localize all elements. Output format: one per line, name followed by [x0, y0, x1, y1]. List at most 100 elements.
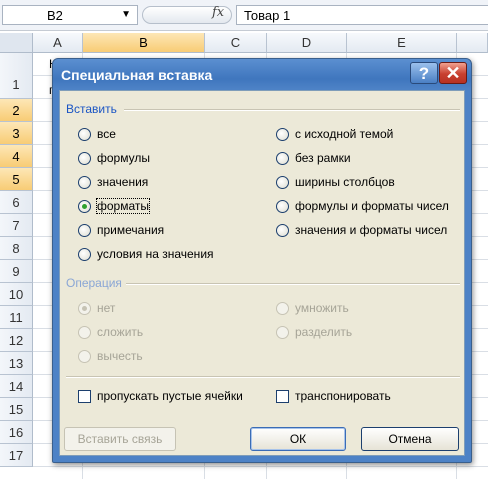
radio-label: разделить [295, 325, 353, 339]
checkbox-box [78, 389, 91, 403]
radio-circle [276, 151, 289, 165]
radio-op-divide[interactable]: разделить [276, 325, 352, 339]
radio-circle [78, 325, 91, 339]
radio-comments[interactable]: примечания [78, 223, 164, 237]
radio-op-subtract[interactable]: вычесть [78, 349, 143, 363]
radio-label: ширины столбцов [295, 175, 395, 189]
select-all-corner[interactable] [0, 33, 33, 53]
radio-circle [78, 247, 91, 261]
radio-column-widths[interactable]: ширины столбцов [276, 175, 395, 189]
checkbox-label: транспонировать [295, 389, 391, 403]
formula-controls: fx [142, 5, 234, 25]
ok-button[interactable]: ОК [250, 427, 346, 451]
radio-label: формулы [97, 151, 150, 165]
radio-circle [276, 175, 289, 189]
radio-values[interactable]: значения [78, 175, 148, 189]
radio-source-theme[interactable]: с исходной темой [276, 127, 393, 141]
radio-circle [276, 223, 289, 237]
radio-label: форматы [95, 198, 151, 214]
checkbox-box [276, 389, 289, 403]
paste-special-dialog: Специальная вставка ? ✕ Вставить все фор… [52, 58, 472, 463]
row-header-8[interactable]: 8 [0, 237, 33, 260]
row-header-15[interactable]: 15 [0, 398, 33, 421]
radio-validation[interactable]: условия на значения [78, 247, 214, 261]
transpose-checkbox[interactable]: транспонировать [276, 389, 391, 403]
radio-op-multiply[interactable]: умножить [276, 301, 349, 315]
column-header-c[interactable]: C [205, 33, 267, 53]
row-header-9[interactable]: 9 [0, 260, 33, 283]
row-header-13[interactable]: 13 [0, 352, 33, 375]
radio-op-add[interactable]: сложить [78, 325, 143, 339]
radio-circle [78, 127, 91, 141]
divider [126, 283, 460, 285]
radio-formulas-number-formats[interactable]: формулы и форматы чисел [276, 199, 449, 213]
radio-circle [78, 151, 91, 165]
checkbox-label: пропускать пустые ячейки [97, 389, 243, 403]
radio-formats[interactable]: форматы [78, 198, 151, 214]
radio-label: формулы и форматы чисел [295, 199, 449, 213]
row-header-1[interactable]: 1 [0, 53, 33, 99]
row-header-3[interactable]: 3 [0, 122, 33, 145]
radio-no-borders[interactable]: без рамки [276, 151, 351, 165]
radio-circle [276, 301, 289, 315]
radio-circle [276, 325, 289, 339]
name-box[interactable]: B2 ▼ [2, 5, 138, 25]
column-header-a[interactable]: A [33, 33, 83, 53]
radio-circle [78, 349, 91, 363]
radio-label: примечания [97, 223, 165, 237]
operation-group-label: Операция [66, 276, 122, 290]
paste-group-label: Вставить [66, 102, 117, 116]
row-header-4[interactable]: 4 [0, 145, 33, 168]
row-header-16[interactable]: 16 [0, 421, 33, 444]
radio-all[interactable]: все [78, 127, 116, 141]
skip-blanks-checkbox[interactable]: пропускать пустые ячейки [78, 389, 243, 403]
dialog-title: Специальная вставка [61, 67, 213, 83]
chevron-down-icon[interactable]: ▼ [121, 9, 131, 20]
row-header-6[interactable]: 6 [0, 191, 33, 214]
radio-circle [78, 175, 91, 189]
radio-values-number-formats[interactable]: значения и форматы чисел [276, 223, 447, 237]
row-header-7[interactable]: 7 [0, 214, 33, 237]
row-header-12[interactable]: 12 [0, 329, 33, 352]
radio-circle [78, 301, 91, 315]
radio-label: нет [97, 301, 116, 315]
radio-label: с исходной темой [295, 127, 394, 141]
dialog-body: Вставить все формулы значения форматы пр… [59, 90, 465, 456]
column-header-e[interactable]: E [347, 33, 457, 53]
radio-label: сложить [97, 325, 144, 339]
formula-value: Товар 1 [244, 8, 291, 23]
row-header-11[interactable]: 11 [0, 306, 33, 329]
radio-label: все [97, 127, 116, 141]
column-header-b[interactable]: B [83, 33, 205, 53]
cancel-button[interactable]: Отмена [361, 427, 459, 451]
radio-label: вычесть [97, 349, 143, 363]
row-header-5[interactable]: 5 [0, 168, 33, 191]
paste-link-button[interactable]: Вставить связь [64, 427, 176, 451]
radio-circle [78, 199, 91, 213]
divider [66, 376, 460, 378]
insert-function-icon[interactable]: fx [212, 5, 224, 20]
radio-op-none[interactable]: нет [78, 301, 115, 315]
radio-circle [78, 223, 91, 237]
formula-bar: B2 ▼ fx Товар 1 [0, 0, 488, 31]
close-button[interactable]: ✕ [439, 62, 467, 84]
formula-input[interactable]: Товар 1 [236, 5, 488, 25]
column-header-f[interactable] [457, 33, 488, 53]
radio-circle [276, 127, 289, 141]
help-button[interactable]: ? [410, 62, 438, 84]
radio-label: значения [97, 175, 149, 189]
radio-label: значения и форматы чисел [295, 223, 448, 237]
row-header-17[interactable]: 17 [0, 444, 33, 467]
column-headers: A B C D E [0, 33, 488, 53]
row-header-10[interactable]: 10 [0, 283, 33, 306]
divider [124, 109, 460, 111]
radio-label: без рамки [295, 151, 351, 165]
row-header-2[interactable]: 2 [0, 99, 33, 122]
row-header-14[interactable]: 14 [0, 375, 33, 398]
name-box-value: B2 [47, 8, 63, 23]
column-header-d[interactable]: D [267, 33, 347, 53]
radio-formulas[interactable]: формулы [78, 151, 150, 165]
radio-label: условия на значения [97, 247, 214, 261]
radio-label: умножить [295, 301, 349, 315]
radio-circle [276, 199, 289, 213]
